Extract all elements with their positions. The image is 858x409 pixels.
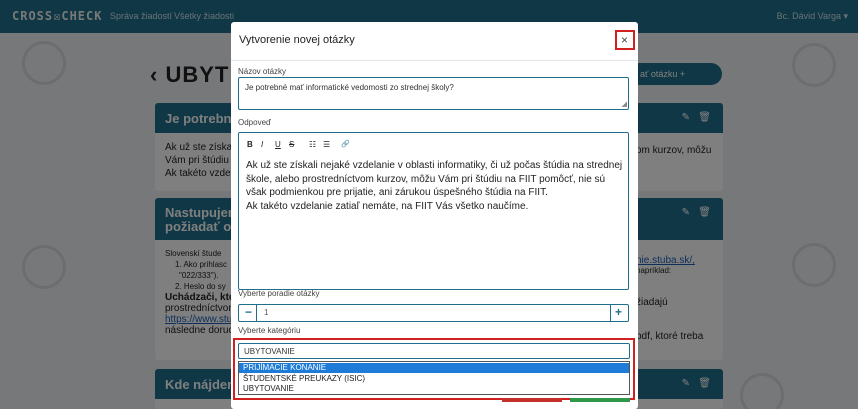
- question-label: Názov otázky: [238, 67, 287, 76]
- italic-button[interactable]: I: [261, 140, 263, 149]
- answer-text[interactable]: Ak už ste získali nejaké vzdelanie v obl…: [246, 159, 624, 213]
- create-question-modal: Vytvorenie novej otázky × Názov otázky J…: [231, 22, 638, 409]
- order-value[interactable]: 1: [264, 308, 268, 317]
- save-button-edge[interactable]: [570, 398, 630, 402]
- category-select[interactable]: UBYTOVANIE: [238, 343, 630, 359]
- ordered-list-icon[interactable]: ☷: [309, 140, 316, 149]
- cancel-button-edge[interactable]: [502, 398, 562, 402]
- link-icon[interactable]: 🔗: [341, 140, 350, 148]
- close-icon: ×: [621, 33, 629, 47]
- bold-button[interactable]: B: [247, 140, 253, 149]
- order-label: Vyberte poradie otázky: [238, 289, 320, 298]
- bullet-list-icon[interactable]: ☰: [323, 140, 330, 149]
- category-dropdown: PRIJÍMACIE KONANIE ŠTUDENTSKÉ PREUKAZY (…: [238, 361, 630, 395]
- modal-divider: [231, 60, 638, 61]
- strikethrough-button[interactable]: S: [289, 140, 294, 149]
- category-highlight: UBYTOVANIE PRIJÍMACIE KONANIE ŠTUDENTSKÉ…: [233, 338, 635, 400]
- question-input[interactable]: Je potrebné mať informatické vedomosti z…: [238, 77, 629, 110]
- answer-label: Odpoveď: [238, 118, 271, 127]
- order-stepper: − 1 +: [238, 304, 629, 322]
- question-value: Je potrebné mať informatické vedomosti z…: [245, 83, 454, 92]
- decrement-button[interactable]: −: [241, 305, 257, 321]
- underline-button[interactable]: U: [275, 140, 281, 149]
- answer-editor[interactable]: B I U S ☷ ☰ 🔗 Ak už ste získali nejaké v…: [238, 132, 629, 290]
- close-button[interactable]: ×: [615, 30, 635, 50]
- category-option[interactable]: UBYTOVANIE: [239, 384, 629, 394]
- category-option[interactable]: PRIJÍMACIE KONANIE: [239, 363, 629, 373]
- category-option[interactable]: ŠTUDENTSKÉ PREUKAZY (ISIC): [239, 374, 629, 384]
- category-label: Vyberte kategóriu: [238, 326, 301, 335]
- modal-title: Vytvorenie novej otázky: [239, 34, 355, 46]
- increment-button[interactable]: +: [610, 305, 626, 321]
- resize-handle-icon[interactable]: ◢: [622, 100, 627, 108]
